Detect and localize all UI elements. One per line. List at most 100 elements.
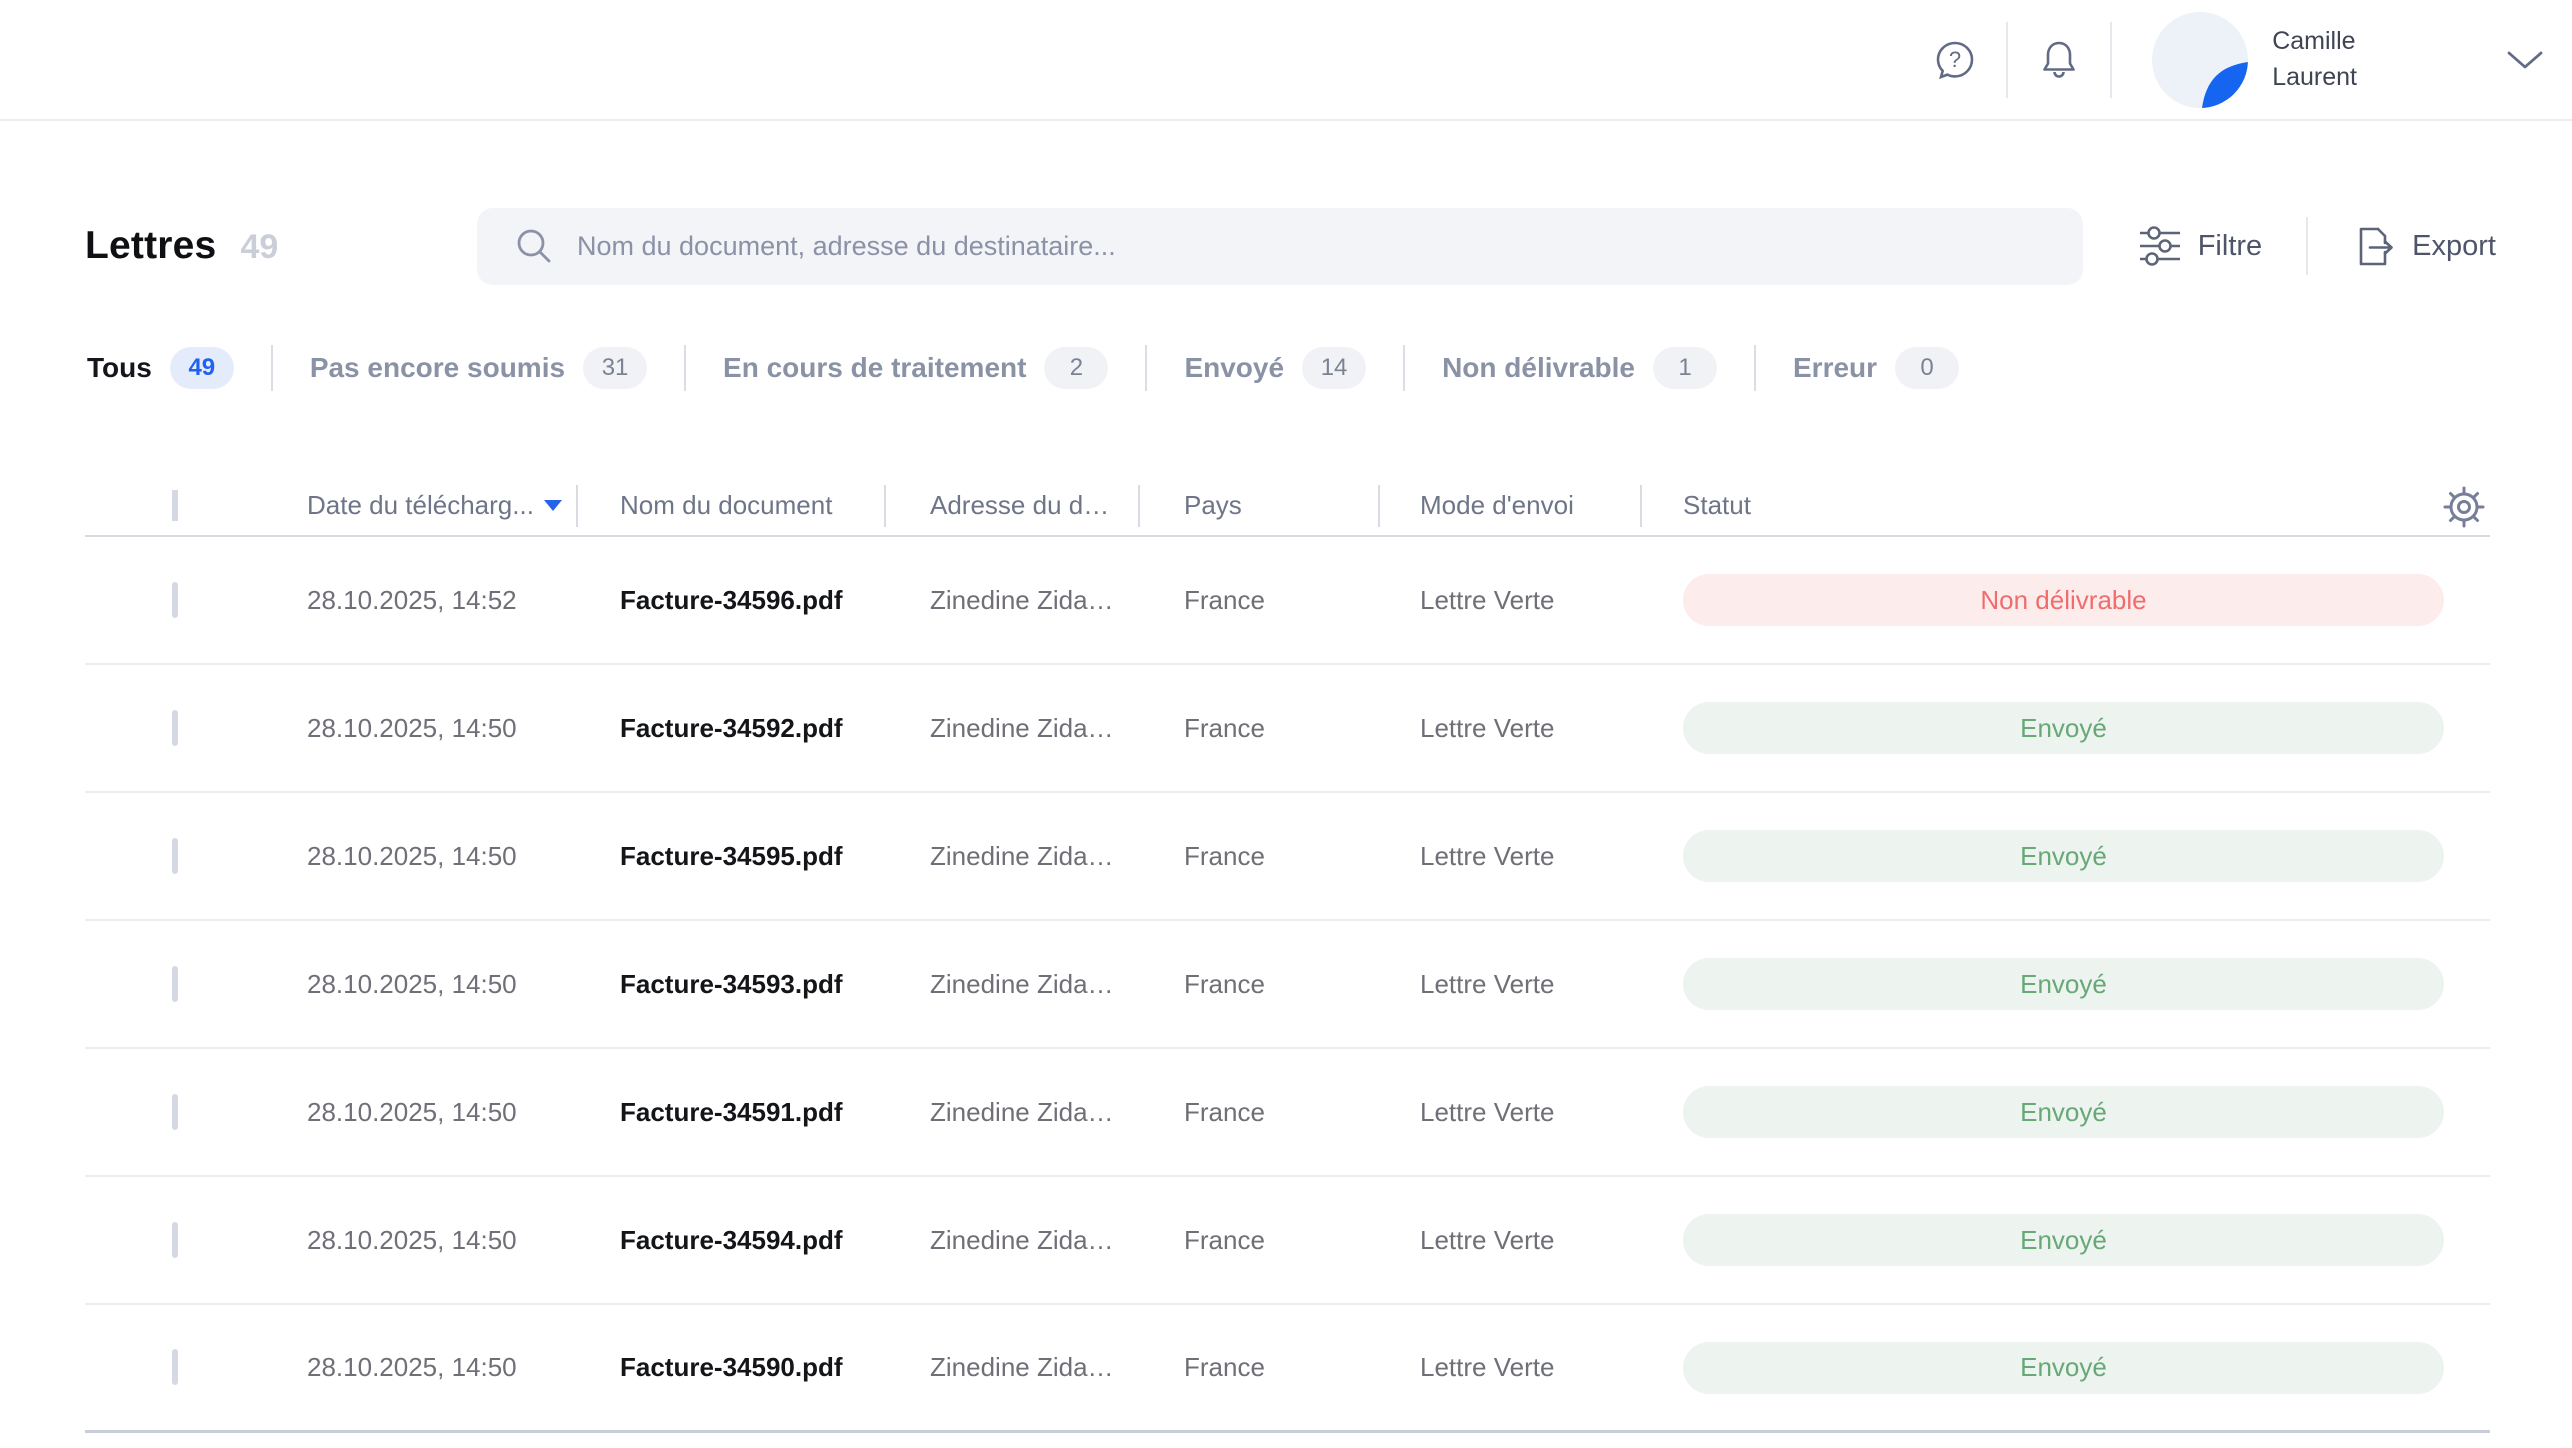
table-row[interactable]: 28.10.2025, 14:50 Facture-34590.pdf Zine… bbox=[85, 1305, 2490, 1433]
cell-country: France bbox=[1184, 585, 1420, 616]
cell-country: France bbox=[1184, 1225, 1420, 1256]
cell-mode: Lettre Verte bbox=[1420, 1225, 1683, 1256]
cell-address: Zinedine Zida… bbox=[930, 1225, 1184, 1256]
tab-tous[interactable]: Tous 49 bbox=[87, 347, 234, 389]
topbar-divider bbox=[2006, 22, 2008, 98]
user-first-name: Camille bbox=[2272, 24, 2357, 60]
tab-divider bbox=[271, 345, 273, 391]
table-row[interactable]: 28.10.2025, 14:52 Facture-34596.pdf Zine… bbox=[85, 537, 2490, 665]
filter-icon bbox=[2138, 225, 2182, 267]
table-row[interactable]: 28.10.2025, 14:50 Facture-34594.pdf Zine… bbox=[85, 1177, 2490, 1305]
user-name: Camille Laurent bbox=[2272, 24, 2357, 95]
title-group: Lettres 49 bbox=[85, 224, 477, 268]
tab-divider bbox=[1145, 345, 1147, 391]
tab-non-d-livrable[interactable]: Non délivrable 1 bbox=[1442, 347, 1717, 389]
search-bar[interactable] bbox=[477, 208, 2083, 285]
row-checkbox[interactable] bbox=[172, 582, 178, 618]
cell-address: Zinedine Zida… bbox=[930, 713, 1184, 744]
cell-mode: Lettre Verte bbox=[1420, 713, 1683, 744]
status-badge: Envoyé bbox=[1683, 958, 2444, 1010]
cell-date: 28.10.2025, 14:50 bbox=[307, 969, 620, 1000]
cell-date: 28.10.2025, 14:50 bbox=[307, 1352, 620, 1383]
chevron-down-icon bbox=[2505, 49, 2545, 71]
user-menu-button[interactable] bbox=[2502, 37, 2548, 83]
table-row[interactable]: 28.10.2025, 14:50 Facture-34593.pdf Zine… bbox=[85, 921, 2490, 1049]
avatar[interactable] bbox=[2152, 12, 2248, 108]
tab-label: Tous bbox=[87, 352, 152, 384]
cell-document-name: Facture-34594.pdf bbox=[620, 1225, 930, 1256]
help-button[interactable]: ? bbox=[1932, 37, 1978, 83]
cell-document-name: Facture-34596.pdf bbox=[620, 585, 930, 616]
header-country[interactable]: Pays bbox=[1184, 490, 1420, 521]
column-divider bbox=[1378, 485, 1380, 527]
row-checkbox[interactable] bbox=[172, 838, 178, 874]
tab-label: En cours de traitement bbox=[723, 352, 1026, 384]
actions-divider bbox=[2306, 217, 2308, 275]
export-icon bbox=[2352, 224, 2396, 268]
sort-desc-icon bbox=[544, 500, 562, 511]
table-row[interactable]: 28.10.2025, 14:50 Facture-34595.pdf Zine… bbox=[85, 793, 2490, 921]
tab-divider bbox=[1754, 345, 1756, 391]
notifications-button[interactable] bbox=[2036, 37, 2082, 83]
cell-document-name: Facture-34595.pdf bbox=[620, 841, 930, 872]
cell-country: France bbox=[1184, 1352, 1420, 1383]
tab-erreur[interactable]: Erreur0 bbox=[1793, 347, 1959, 389]
status-tabs: Tous 49 Pas encore soumis31 En cours de tra… bbox=[85, 339, 2510, 397]
table-settings-button[interactable] bbox=[2440, 483, 2488, 531]
page-title: Lettres bbox=[85, 224, 216, 268]
tab-envoy-[interactable]: Envoyé 14 bbox=[1184, 347, 1366, 389]
header-date[interactable]: Date du télécharg... bbox=[307, 490, 620, 521]
cell-mode: Lettre Verte bbox=[1420, 585, 1683, 616]
cell-country: France bbox=[1184, 1097, 1420, 1128]
tab-label: Envoyé bbox=[1184, 352, 1284, 384]
cell-date: 28.10.2025, 14:50 bbox=[307, 1097, 620, 1128]
header-date-label: Date du télécharg... bbox=[307, 490, 534, 521]
status-badge: Envoyé bbox=[1683, 1342, 2444, 1394]
help-icon: ? bbox=[1932, 37, 1978, 83]
header-address[interactable]: Adresse du d… bbox=[930, 490, 1184, 521]
bell-icon bbox=[2036, 37, 2082, 83]
gear-icon bbox=[2440, 483, 2488, 531]
title-actions: Filtre Export bbox=[2083, 217, 2510, 275]
row-checkbox[interactable] bbox=[172, 1222, 178, 1258]
tab-count-badge: 49 bbox=[170, 347, 234, 389]
topbar-divider bbox=[2110, 22, 2112, 98]
row-checkbox[interactable] bbox=[172, 966, 178, 1002]
search-input[interactable] bbox=[577, 231, 2083, 262]
user-last-name: Laurent bbox=[2272, 60, 2357, 96]
row-checkbox[interactable] bbox=[172, 1349, 178, 1385]
tab-count-badge: 2 bbox=[1044, 347, 1108, 389]
status-badge: Envoyé bbox=[1683, 830, 2444, 882]
letters-table: Date du télécharg... Nom du document Adr… bbox=[85, 475, 2490, 1433]
column-divider bbox=[1138, 485, 1140, 527]
export-button[interactable]: Export bbox=[2352, 224, 2496, 268]
filter-button[interactable]: Filtre bbox=[2138, 225, 2262, 267]
cell-document-name: Facture-34591.pdf bbox=[620, 1097, 930, 1128]
tab-count-badge: 1 bbox=[1653, 347, 1717, 389]
table-row[interactable]: 28.10.2025, 14:50 Facture-34591.pdf Zine… bbox=[85, 1049, 2490, 1177]
table-row[interactable]: 28.10.2025, 14:50 Facture-34592.pdf Zine… bbox=[85, 665, 2490, 793]
tab-label: Non délivrable bbox=[1442, 352, 1635, 384]
cell-date: 28.10.2025, 14:50 bbox=[307, 841, 620, 872]
select-all-checkbox[interactable] bbox=[172, 490, 178, 521]
tab-en-cours-de-traitement[interactable]: En cours de traitement 2 bbox=[723, 347, 1108, 389]
cell-country: France bbox=[1184, 969, 1420, 1000]
table-body: 28.10.2025, 14:52 Facture-34596.pdf Zine… bbox=[85, 537, 2490, 1433]
cell-date: 28.10.2025, 14:52 bbox=[307, 585, 620, 616]
cell-mode: Lettre Verte bbox=[1420, 969, 1683, 1000]
tab-pas-encore-soumis[interactable]: Pas encore soumis31 bbox=[310, 347, 647, 389]
header-mode[interactable]: Mode d'envoi bbox=[1420, 490, 1683, 521]
cell-mode: Lettre Verte bbox=[1420, 1352, 1683, 1383]
filter-label: Filtre bbox=[2198, 230, 2262, 263]
tab-count-badge: 31 bbox=[583, 347, 647, 389]
topbar: ? Camille Laurent bbox=[0, 0, 2572, 121]
row-checkbox[interactable] bbox=[172, 710, 178, 746]
tab-label: Erreur bbox=[1793, 352, 1877, 384]
header-status[interactable]: Statut bbox=[1683, 490, 2444, 521]
tab-count-badge: 14 bbox=[1302, 347, 1366, 389]
cell-address: Zinedine Zida… bbox=[930, 969, 1184, 1000]
row-checkbox[interactable] bbox=[172, 1094, 178, 1130]
cell-document-name: Facture-34592.pdf bbox=[620, 713, 930, 744]
table-header-row: Date du télécharg... Nom du document Adr… bbox=[85, 475, 2490, 537]
cell-address: Zinedine Zida… bbox=[930, 1097, 1184, 1128]
